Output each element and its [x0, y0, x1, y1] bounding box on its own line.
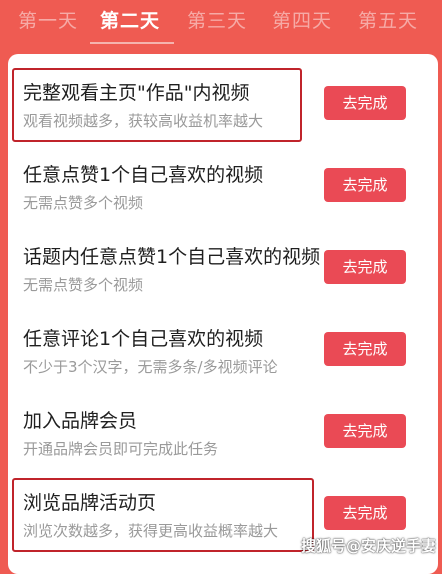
task-item: 任意评论1个自己喜欢的视频 不少于3个汉字，无需多条/多视频评论 去完成	[8, 310, 438, 392]
task-description: 浏览次数越多，获得更高收益概率越大	[23, 522, 279, 540]
task-item: 完整观看主页"作品"内视频 观看视频越多，获较高收益机率越大 去完成	[8, 64, 438, 146]
watermark: 搜狐号@安庆逆手妻	[300, 537, 436, 555]
tab-day-5[interactable]: 第五天	[358, 6, 418, 33]
go-complete-button[interactable]: 去完成	[324, 414, 406, 448]
go-complete-button[interactable]: 去完成	[324, 250, 406, 284]
task-description: 不少于3个汉字，无需多条/多视频评论	[23, 358, 278, 376]
tab-day-1[interactable]: 第一天	[18, 6, 78, 33]
task-list-card: 完整观看主页"作品"内视频 观看视频越多，获较高收益机率越大 去完成 任意点赞1…	[8, 54, 438, 574]
go-complete-button[interactable]: 去完成	[324, 86, 406, 120]
day-tabs: 第一天 第二天 第三天 第四天 第五天	[0, 0, 442, 48]
active-tab-indicator	[90, 42, 174, 44]
go-complete-button[interactable]: 去完成	[324, 496, 406, 530]
task-title: 浏览品牌活动页	[23, 492, 157, 514]
task-item: 任意点赞1个自己喜欢的视频 无需点赞多个视频 去完成	[8, 146, 438, 228]
go-complete-button[interactable]: 去完成	[324, 332, 406, 366]
tab-day-2[interactable]: 第二天	[100, 6, 160, 33]
task-title: 任意点赞1个自己喜欢的视频	[23, 164, 264, 186]
task-description: 无需点赞多个视频	[23, 194, 144, 212]
task-description: 观看视频越多，获较高收益机率越大	[23, 112, 264, 130]
task-title: 话题内任意点赞1个自己喜欢的视频	[23, 246, 321, 268]
tab-day-4[interactable]: 第四天	[272, 6, 332, 33]
tab-day-3[interactable]: 第三天	[187, 6, 247, 33]
task-item: 加入品牌会员 开通品牌会员即可完成此任务 去完成	[8, 392, 438, 474]
task-title: 任意评论1个自己喜欢的视频	[23, 328, 264, 350]
go-complete-button[interactable]: 去完成	[324, 168, 406, 202]
task-title: 加入品牌会员	[23, 410, 138, 432]
task-description: 无需点赞多个视频	[23, 276, 144, 294]
task-title: 完整观看主页"作品"内视频	[23, 82, 250, 104]
task-description: 开通品牌会员即可完成此任务	[23, 440, 219, 458]
task-item: 话题内任意点赞1个自己喜欢的视频 无需点赞多个视频 去完成	[8, 228, 438, 310]
